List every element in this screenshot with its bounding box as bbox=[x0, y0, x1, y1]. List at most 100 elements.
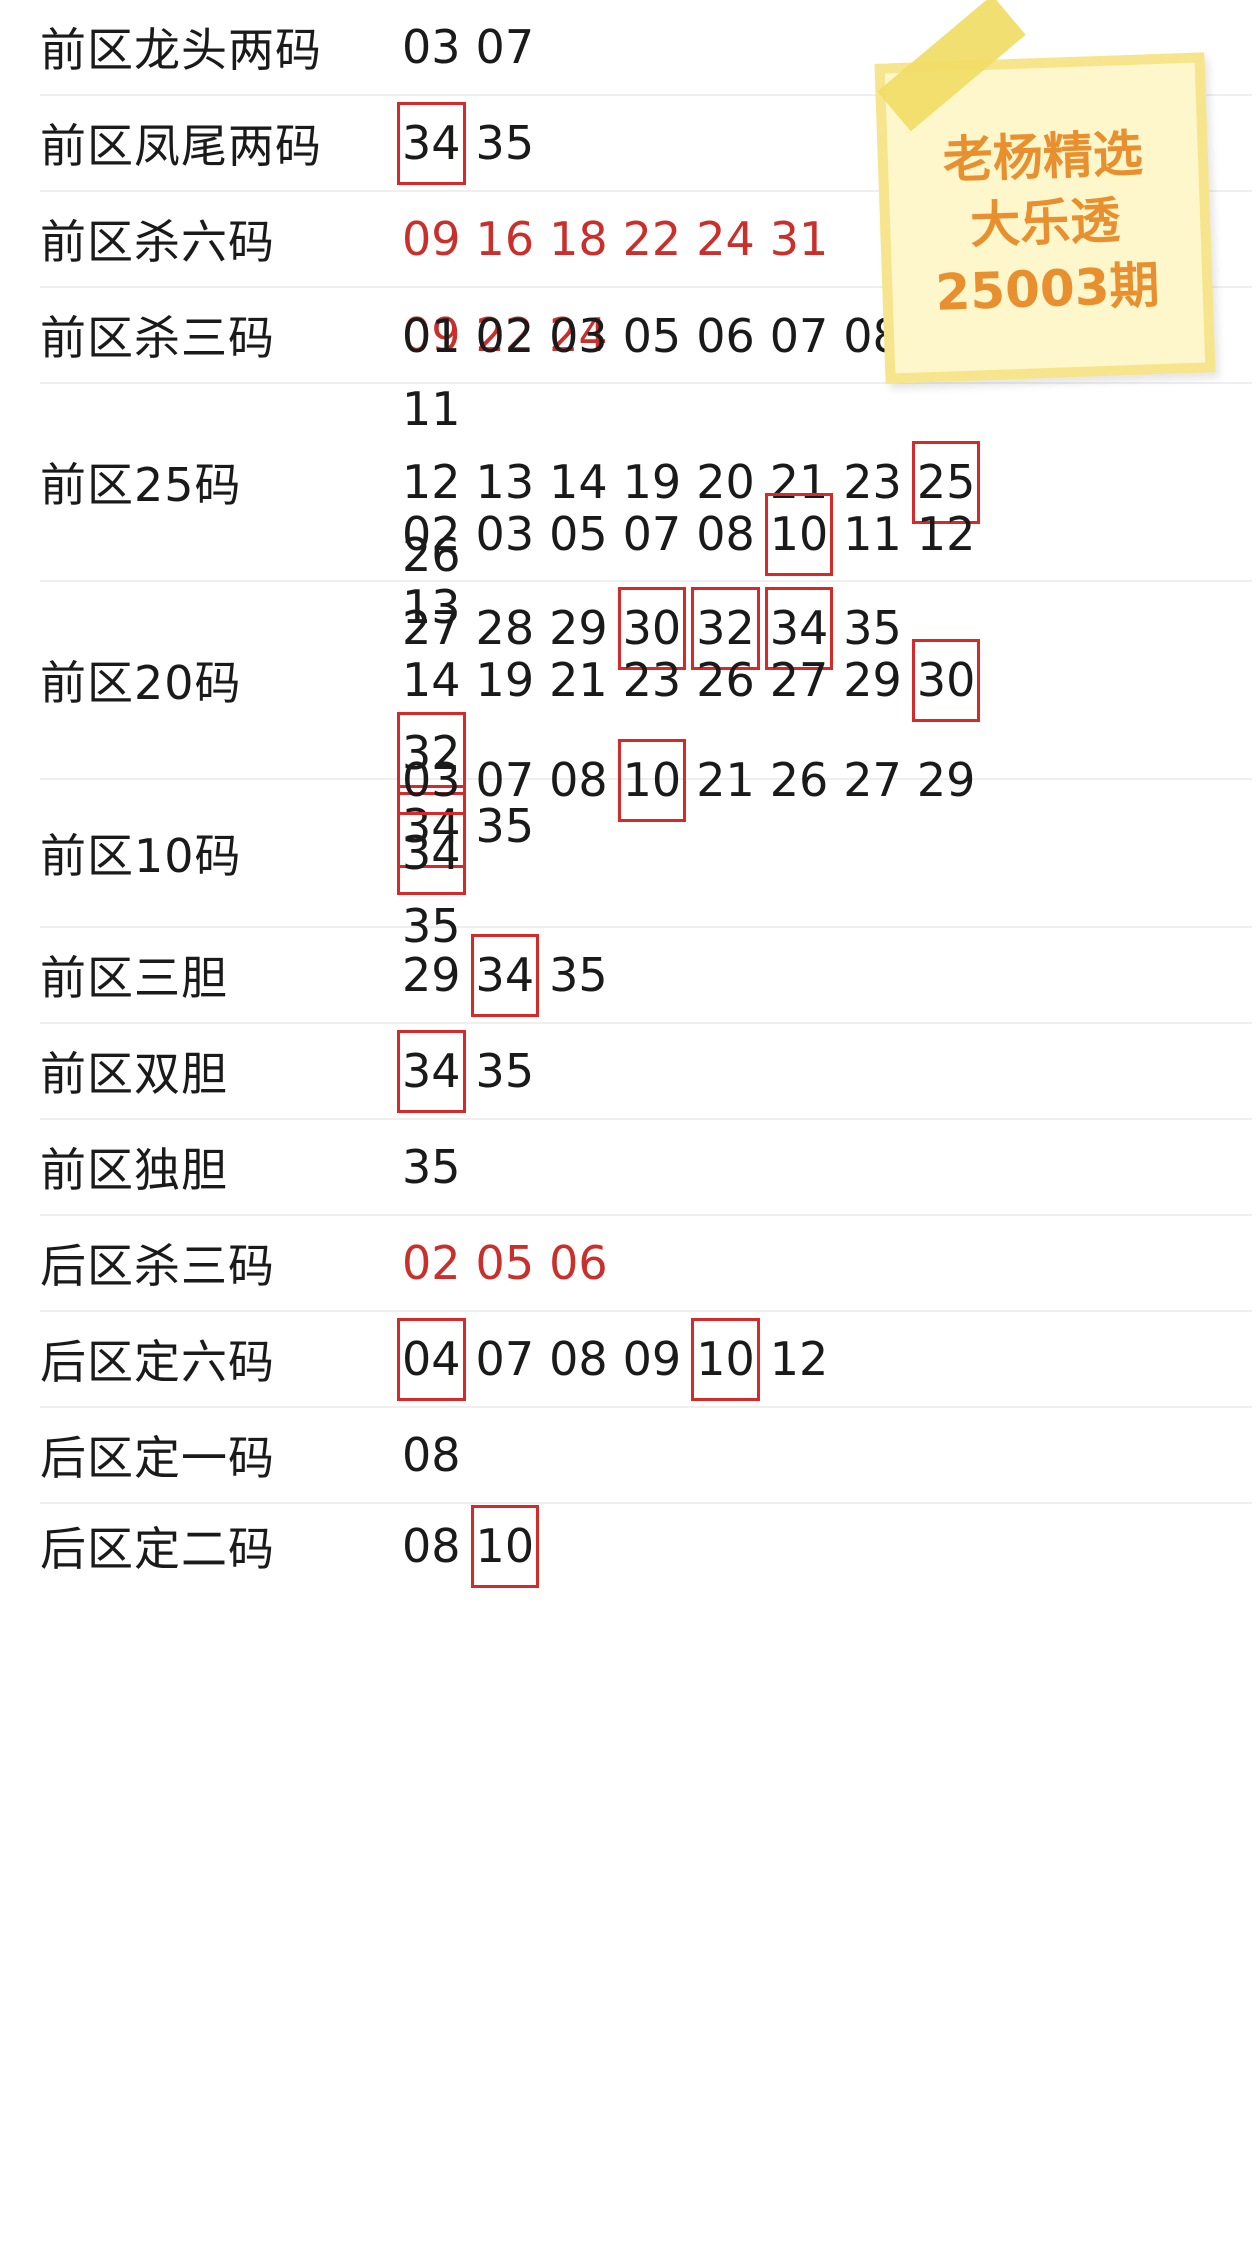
number: 01 bbox=[402, 308, 461, 363]
number: 22 bbox=[622, 211, 682, 266]
number: 35 bbox=[475, 115, 535, 170]
sticky-note-title: 老杨精选 bbox=[941, 124, 1144, 190]
number: 19 bbox=[475, 652, 535, 707]
number-group: 29 34 35 bbox=[402, 933, 1022, 1017]
number-line: 08 10 bbox=[402, 1504, 1022, 1588]
row-label: 后区杀三码 bbox=[40, 1239, 275, 1293]
prediction-row: 后区杀三码 02 05 06 bbox=[40, 1216, 1252, 1312]
row-label: 前区25码 bbox=[40, 458, 242, 512]
number: 03 bbox=[475, 506, 535, 561]
number: 21 bbox=[696, 752, 755, 807]
number: 08 bbox=[402, 1427, 461, 1482]
number-group: 35 bbox=[402, 1131, 1022, 1204]
number: 29 bbox=[916, 752, 976, 807]
number: 08 bbox=[696, 506, 755, 561]
number: 12 bbox=[769, 1331, 829, 1386]
highlighted-number: 04 bbox=[397, 1317, 466, 1401]
highlighted-number: 10 bbox=[617, 738, 687, 822]
number: 08 bbox=[549, 1331, 608, 1386]
number-group: 34 35 bbox=[397, 1029, 1022, 1113]
highlighted-number: 10 bbox=[691, 1317, 760, 1401]
row-label: 前区三胆 bbox=[40, 951, 228, 1005]
number: 05 bbox=[622, 308, 682, 363]
row-label: 前区杀三码 bbox=[40, 311, 275, 365]
number-line: 35 bbox=[402, 1131, 1022, 1204]
number: 08 bbox=[402, 1518, 461, 1573]
highlighted-number: 10 bbox=[470, 1504, 540, 1588]
number: 27 bbox=[769, 652, 829, 707]
number: 09 bbox=[402, 211, 461, 266]
number: 24 bbox=[696, 211, 755, 266]
row-label: 后区定二码 bbox=[40, 1522, 275, 1576]
highlighted-number: 34 bbox=[397, 811, 466, 895]
row-label: 前区20码 bbox=[40, 656, 242, 710]
number: 02 bbox=[475, 308, 535, 363]
number: 05 bbox=[549, 506, 608, 561]
prediction-row: 前区三胆 29 34 35 bbox=[40, 928, 1252, 1024]
row-label: 前区独胆 bbox=[40, 1143, 228, 1197]
number: 02 bbox=[402, 1235, 461, 1290]
highlighted-number: 34 bbox=[470, 933, 540, 1017]
number: 35 bbox=[402, 1139, 461, 1194]
row-label: 前区凤尾两码 bbox=[40, 119, 322, 173]
highlighted-number: 34 bbox=[397, 1029, 466, 1113]
number: 07 bbox=[475, 19, 535, 74]
number: 16 bbox=[475, 211, 535, 266]
number: 14 bbox=[402, 652, 461, 707]
prediction-row: 前区独胆 35 bbox=[40, 1120, 1252, 1216]
number-line: 04 07 08 09 10 12 bbox=[397, 1317, 1022, 1401]
number: 11 bbox=[843, 506, 902, 561]
number: 03 bbox=[549, 308, 608, 363]
prediction-row: 前区10码 03 07 08 10 21 26 27 2934 35 bbox=[40, 738, 1252, 953]
row-label: 前区双胆 bbox=[40, 1047, 228, 1101]
number-line: 02 05 06 bbox=[402, 1227, 1022, 1300]
highlighted-number: 34 bbox=[397, 101, 466, 185]
number: 06 bbox=[696, 308, 755, 363]
number: 03 bbox=[402, 752, 461, 807]
number: 11 bbox=[402, 381, 461, 436]
number: 18 bbox=[549, 211, 608, 266]
number: 06 bbox=[549, 1235, 608, 1290]
number: 21 bbox=[549, 652, 608, 707]
number: 07 bbox=[769, 308, 829, 363]
number: 23 bbox=[622, 652, 682, 707]
number: 07 bbox=[622, 506, 682, 561]
number: 35 bbox=[549, 947, 608, 1002]
number-line: 34 35 bbox=[397, 1029, 1022, 1113]
number: 09 bbox=[622, 1331, 682, 1386]
prediction-row: 后区定二码 08 10 bbox=[40, 1504, 1252, 1588]
number: 03 bbox=[402, 19, 461, 74]
number: 13 bbox=[402, 579, 461, 634]
row-label: 后区定一码 bbox=[40, 1431, 275, 1485]
number-line: 29 34 35 bbox=[402, 933, 1022, 1017]
number-group: 08 bbox=[402, 1419, 1022, 1492]
sticky-note-issue: 25003期 bbox=[934, 256, 1161, 322]
number-group: 08 10 bbox=[402, 1504, 1022, 1588]
sticky-note: 老杨精选 大乐透 25003期 bbox=[874, 0, 1216, 384]
prediction-row: 前区双胆 34 35 bbox=[40, 1024, 1252, 1120]
number-line: 08 bbox=[402, 1419, 1022, 1492]
number: 12 bbox=[916, 506, 976, 561]
number: 27 bbox=[843, 752, 902, 807]
row-label: 前区龙头两码 bbox=[40, 23, 322, 77]
number: 26 bbox=[696, 652, 755, 707]
number: 29 bbox=[402, 947, 461, 1002]
highlighted-number: 30 bbox=[911, 638, 981, 722]
number: 31 bbox=[769, 211, 829, 266]
number: 08 bbox=[549, 752, 608, 807]
number: 02 bbox=[402, 506, 461, 561]
number-group: 02 05 06 bbox=[402, 1227, 1022, 1300]
number: 26 bbox=[769, 752, 829, 807]
row-label: 前区杀六码 bbox=[40, 215, 275, 269]
sticky-note-game: 大乐透 bbox=[969, 191, 1122, 255]
prediction-row: 后区定一码 08 bbox=[40, 1408, 1252, 1504]
number: 35 bbox=[475, 1043, 535, 1098]
number-group: 04 07 08 09 10 12 bbox=[397, 1317, 1022, 1401]
number: 07 bbox=[475, 752, 535, 807]
row-label: 后区定六码 bbox=[40, 1335, 275, 1389]
number: 29 bbox=[843, 652, 902, 707]
row-label: 前区10码 bbox=[40, 829, 242, 883]
number: 05 bbox=[475, 1235, 535, 1290]
number: 07 bbox=[475, 1331, 535, 1386]
highlighted-number: 10 bbox=[764, 492, 834, 576]
